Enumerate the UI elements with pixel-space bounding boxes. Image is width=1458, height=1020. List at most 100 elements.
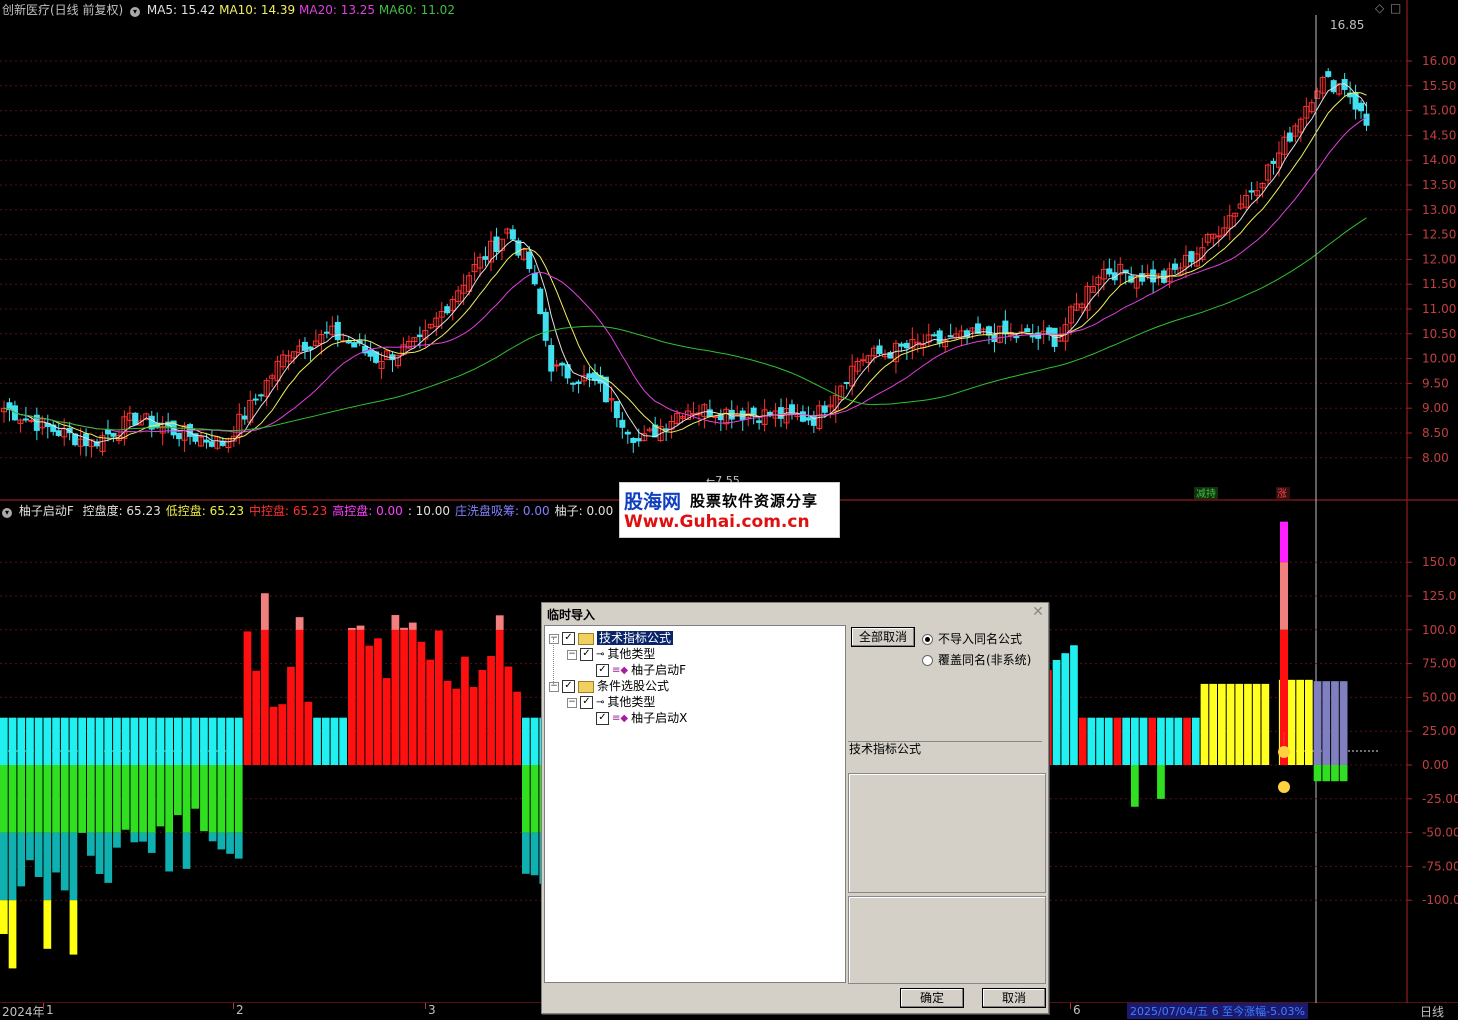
y-tick-label: 10.00	[1422, 352, 1456, 366]
indicator-bar	[131, 833, 139, 843]
candle-body	[1173, 264, 1178, 269]
month-label: 6	[1073, 1003, 1081, 1017]
watermark-slogan: 股票软件资源分享	[690, 490, 818, 511]
candle-body	[483, 257, 488, 260]
candle-body	[1003, 321, 1008, 334]
formula-icon: ≡◆	[612, 713, 628, 724]
indicator-bar	[313, 718, 321, 765]
indicator-bar	[1280, 522, 1288, 563]
indicator-name[interactable]: 柚子启动F	[19, 504, 74, 518]
indicator-bar	[444, 681, 452, 765]
indicator-bar	[479, 670, 487, 765]
candle-body	[73, 434, 78, 445]
candle-body	[1140, 274, 1145, 282]
indicator-bar	[122, 765, 130, 830]
indicator-bar	[26, 718, 34, 765]
checkbox-checked[interactable]: ✓	[580, 648, 593, 661]
indicator-legend: ▾ 柚子启动F 控盘度: 65.23低控盘: 65.23中控盘: 65.23高控…	[2, 502, 613, 519]
square-icon[interactable]: □	[1390, 1, 1401, 15]
tree-node[interactable]: −✓条件选股公式	[549, 677, 669, 692]
indicator-bar	[17, 718, 25, 765]
tree-node[interactable]: −✓技术指标公式	[549, 629, 673, 644]
indicator-bar	[383, 678, 391, 765]
candle-body	[308, 347, 313, 349]
month-label: 2024年	[2, 1003, 45, 1020]
dropdown-icon[interactable]: ▾	[130, 7, 140, 17]
checkbox-checked[interactable]: ✓	[562, 632, 575, 645]
ma20-label: MA20: 13.25	[299, 3, 375, 17]
tree-node[interactable]: ✓≡◆柚子启动F	[585, 661, 686, 676]
indicator-bar	[1157, 765, 1165, 799]
ok-button[interactable]: 确定	[900, 988, 964, 1008]
indicator-bar	[270, 707, 278, 765]
description-title: 技术指标公式	[849, 740, 921, 757]
indicator-bar	[1262, 684, 1270, 765]
candle-body	[445, 307, 450, 313]
y-tick-label: 11.00	[1422, 302, 1456, 316]
month-label: 1	[46, 1003, 54, 1017]
y-tick-label: 50.00	[1422, 690, 1456, 704]
close-icon[interactable]: ✕	[1031, 605, 1045, 619]
tree-node[interactable]: −✓⊸其他类型	[567, 693, 655, 708]
radio-no-import[interactable]: 不导入同名公式	[922, 630, 1022, 647]
dropdown-icon[interactable]: ▾	[2, 508, 12, 518]
y-tick-label: -100.0	[1422, 893, 1458, 907]
indicator-bar	[17, 833, 25, 887]
indicator-bar	[70, 765, 78, 833]
cancel-button[interactable]: 取消	[982, 988, 1046, 1008]
diamond-icon[interactable]: ◇	[1375, 1, 1384, 15]
watermark: 股海网 股票软件资源分享 Www.Guhai.com.cn	[619, 482, 840, 538]
indicator-bar	[218, 833, 226, 850]
candle-body	[751, 408, 756, 415]
y-tick-label: 75.00	[1422, 657, 1456, 671]
y-tick-label: 0.00	[1422, 758, 1449, 772]
indicator-bar	[44, 765, 52, 833]
cancel-all-button[interactable]: 全部取消	[851, 627, 915, 647]
indicator-bar	[1331, 765, 1339, 781]
formula-tree[interactable]: −✓技术指标公式−✓⊸其他类型✓≡◆柚子启动F−✓条件选股公式−✓⊸其他类型✓≡…	[544, 625, 846, 983]
candle-body	[822, 406, 827, 412]
tree-node[interactable]: −✓⊸其他类型	[567, 645, 655, 660]
candle-body	[1359, 103, 1364, 110]
candle-body	[986, 327, 991, 335]
watermark-logo-text: 股海网	[624, 487, 681, 514]
tree-node-label: 柚子启动F	[631, 663, 686, 677]
candle-body	[368, 350, 373, 356]
checkbox-checked[interactable]: ✓	[562, 680, 575, 693]
indicator-bar	[1061, 653, 1069, 765]
y-tick-label: 13.50	[1422, 178, 1456, 192]
month-tick	[425, 1003, 426, 1009]
indicator-bar	[1305, 680, 1313, 765]
indicator-bar	[400, 628, 408, 630]
month-tick	[233, 1003, 234, 1009]
indicator-bar	[104, 833, 112, 883]
collapse-icon[interactable]: −	[567, 698, 577, 708]
indicator-bar	[1096, 718, 1104, 765]
indicator-bar	[200, 718, 208, 765]
indicator-bar	[218, 765, 226, 833]
high-price-label: 16.85	[1330, 18, 1364, 32]
y-tick-label: 15.00	[1422, 104, 1456, 118]
checkbox-checked[interactable]: ✓	[596, 712, 609, 725]
indicator-bar	[139, 718, 147, 765]
y-tick-label: 8.50	[1422, 426, 1449, 440]
status-text: 2025/07/04/五 6 至今涨幅-5.03%	[1127, 1003, 1308, 1019]
dialog-title: 临时导入	[547, 606, 595, 623]
indicator-bar	[183, 718, 191, 765]
dialog-titlebar[interactable]: 临时导入 ✕	[542, 603, 1048, 623]
y-tick-label: 11.50	[1422, 277, 1456, 291]
tree-node[interactable]: ✓≡◆柚子启动X	[585, 709, 687, 724]
radio-overwrite[interactable]: 覆盖同名(非系统)	[922, 651, 1031, 668]
indicator-bar	[1322, 681, 1330, 765]
stock-title[interactable]: 创新医疗(日线 前复权)	[2, 3, 123, 17]
period-label[interactable]: 日线	[1420, 1003, 1444, 1020]
checkbox-checked[interactable]: ✓	[596, 664, 609, 677]
indicator-bar	[9, 833, 17, 901]
collapse-icon[interactable]: −	[567, 650, 577, 660]
checkbox-checked[interactable]: ✓	[580, 696, 593, 709]
indicator-bar	[409, 623, 417, 630]
indicator-bar	[165, 765, 173, 833]
indicator-bar	[183, 765, 191, 833]
candle-body	[620, 420, 625, 427]
candle-body	[335, 322, 340, 339]
